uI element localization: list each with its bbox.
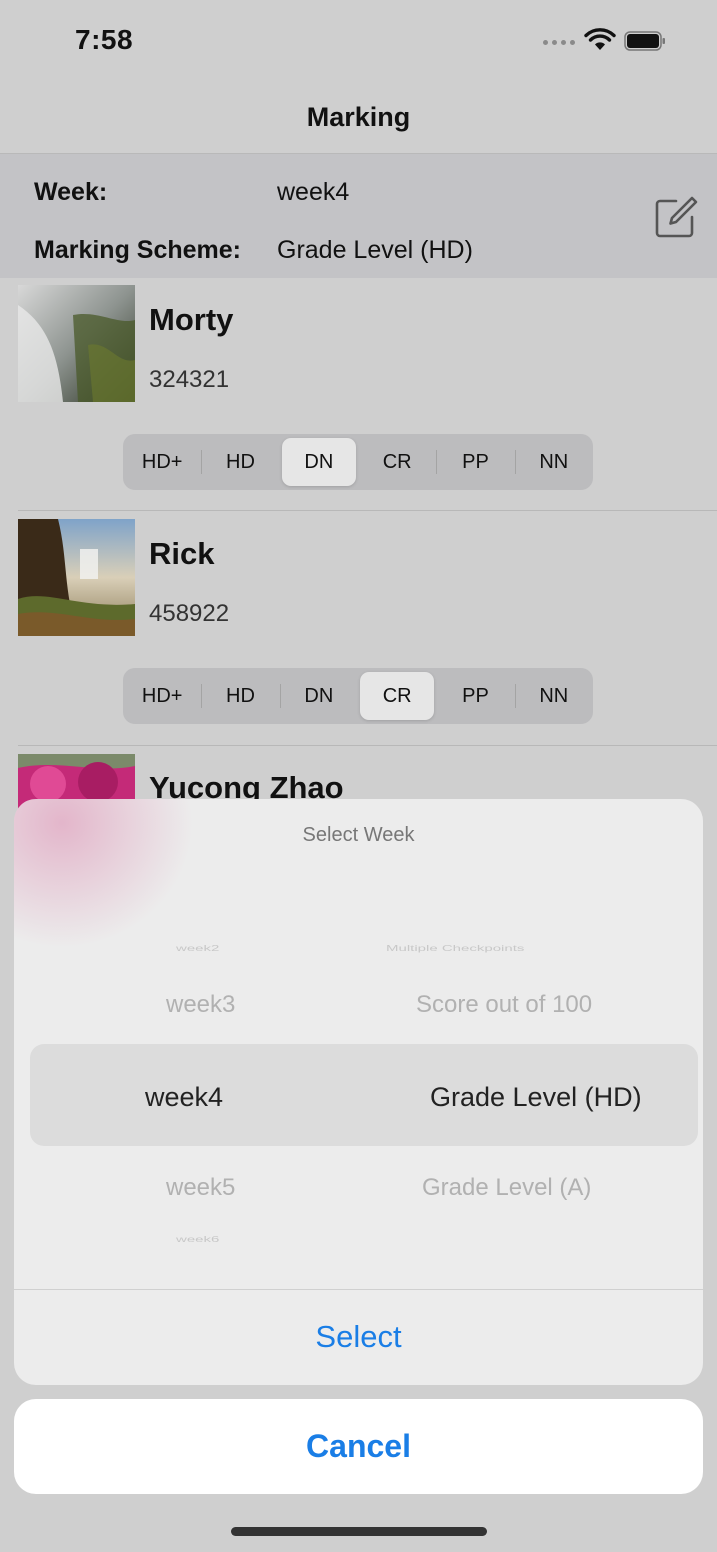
grade-segmented-control[interactable]: HD+ HD DN CR PP NN [123, 668, 593, 724]
student-id: 324321 [149, 366, 230, 393]
battery-icon [624, 31, 665, 51]
marking-info-panel: Week: week4 Marking Scheme: Grade Level … [0, 154, 717, 278]
grade-option-hd[interactable]: HD [203, 438, 277, 486]
status-bar: 7:58 [0, 0, 717, 80]
grade-option-hd-plus[interactable]: HD+ [125, 672, 203, 720]
grade-option-nn[interactable]: NN [517, 672, 591, 720]
grade-option-dn[interactable]: DN [282, 672, 356, 720]
page-title: Marking [306, 102, 411, 132]
student-photo [18, 285, 135, 402]
sheet-blur-glow [14, 799, 194, 949]
picker-scheme-option[interactable]: Score out of 100 [416, 991, 592, 1019]
grade-option-cr[interactable]: CR [359, 672, 435, 720]
select-button[interactable]: Select [14, 1289, 703, 1385]
marking-scheme-value: Grade Level (HD) [277, 236, 473, 264]
week-label: Week: [34, 178, 108, 206]
marking-scheme-label: Marking Scheme: [34, 236, 242, 264]
student-photo [18, 519, 135, 636]
picker-week-option[interactable]: week5 [166, 1174, 235, 1202]
picker-scheme-option[interactable]: Multiple Checkpoints [386, 944, 524, 953]
student-id: 458922 [149, 600, 230, 627]
row-divider [18, 510, 717, 511]
grade-option-hd[interactable]: HD [203, 672, 281, 720]
grade-option-dn[interactable]: DN [281, 438, 356, 486]
grade-segmented-control[interactable]: HD+ HD DN CR PP NN [123, 434, 593, 490]
edit-icon[interactable] [652, 195, 698, 241]
week-picker-sheet: Select Week week2 week3 week4 week5 week… [14, 799, 703, 1385]
picker-week-option[interactable]: week2 [176, 944, 219, 953]
home-indicator [231, 1527, 487, 1536]
grade-option-cr[interactable]: CR [360, 438, 438, 486]
cancel-button[interactable]: Cancel [14, 1399, 703, 1494]
navigation-bar: Marking [0, 80, 717, 154]
picker-week-option[interactable]: week3 [166, 991, 235, 1019]
picker-scheme-selected[interactable]: Grade Level (HD) [430, 1082, 642, 1113]
student-name: Rick [149, 536, 215, 571]
picker-week-selected[interactable]: week4 [145, 1082, 223, 1113]
grade-option-pp[interactable]: PP [438, 672, 516, 720]
sheet-title: Select Week [302, 824, 415, 846]
cellular-signal-icon [543, 40, 575, 45]
status-time: 7:58 [75, 24, 134, 55]
grade-option-hd-plus[interactable]: HD+ [125, 438, 203, 486]
row-divider [18, 745, 717, 746]
picker-scheme-option[interactable]: Grade Level (A) [422, 1174, 591, 1202]
grade-option-pp[interactable]: PP [438, 438, 516, 486]
week-value: week4 [277, 178, 350, 206]
wifi-icon [584, 28, 616, 50]
picker-week-option[interactable]: week6 [176, 1235, 219, 1244]
grade-option-nn[interactable]: NN [517, 438, 591, 486]
student-name: Morty [149, 302, 234, 337]
